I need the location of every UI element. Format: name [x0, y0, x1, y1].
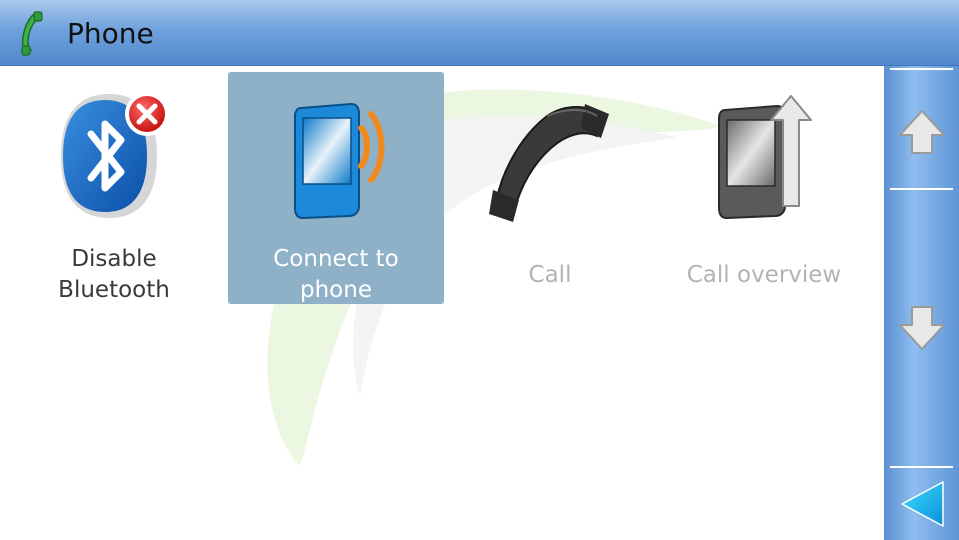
back-arrow-icon: [900, 481, 944, 527]
disable-bluetooth-tile[interactable]: Disable Bluetooth: [6, 72, 222, 304]
connect-to-phone-tile[interactable]: Connect to phone: [228, 72, 444, 304]
menu-grid: Disable Bluetooth Connect to phone Call: [0, 66, 884, 540]
tile-label: Disable Bluetooth: [58, 246, 170, 303]
arrow-up-icon: [898, 110, 945, 154]
tile-label: Call overview: [686, 262, 842, 288]
title-bar: Phone: [0, 0, 959, 66]
scroll-down-button[interactable]: [884, 298, 959, 358]
connect-phone-icon: [294, 102, 385, 220]
tile-label: Call: [528, 262, 572, 288]
scrollbar-divider: [890, 188, 953, 190]
tile-label: Connect to phone: [273, 246, 399, 303]
call-overview-tile[interactable]: Call overview: [656, 72, 872, 304]
call-handset-icon: [489, 104, 609, 222]
scroll-up-button[interactable]: [884, 102, 959, 162]
back-button[interactable]: [884, 474, 959, 534]
scrollbar: [884, 66, 959, 540]
bluetooth-disable-icon: [61, 92, 169, 218]
call-tile[interactable]: Call: [442, 72, 658, 304]
arrow-down-icon: [898, 306, 945, 350]
scrollbar-divider: [890, 466, 953, 468]
phone-handset-icon: [21, 11, 43, 56]
scrollbar-divider: [890, 68, 953, 70]
call-overview-icon: [718, 95, 812, 220]
page-title: Phone: [67, 17, 154, 50]
